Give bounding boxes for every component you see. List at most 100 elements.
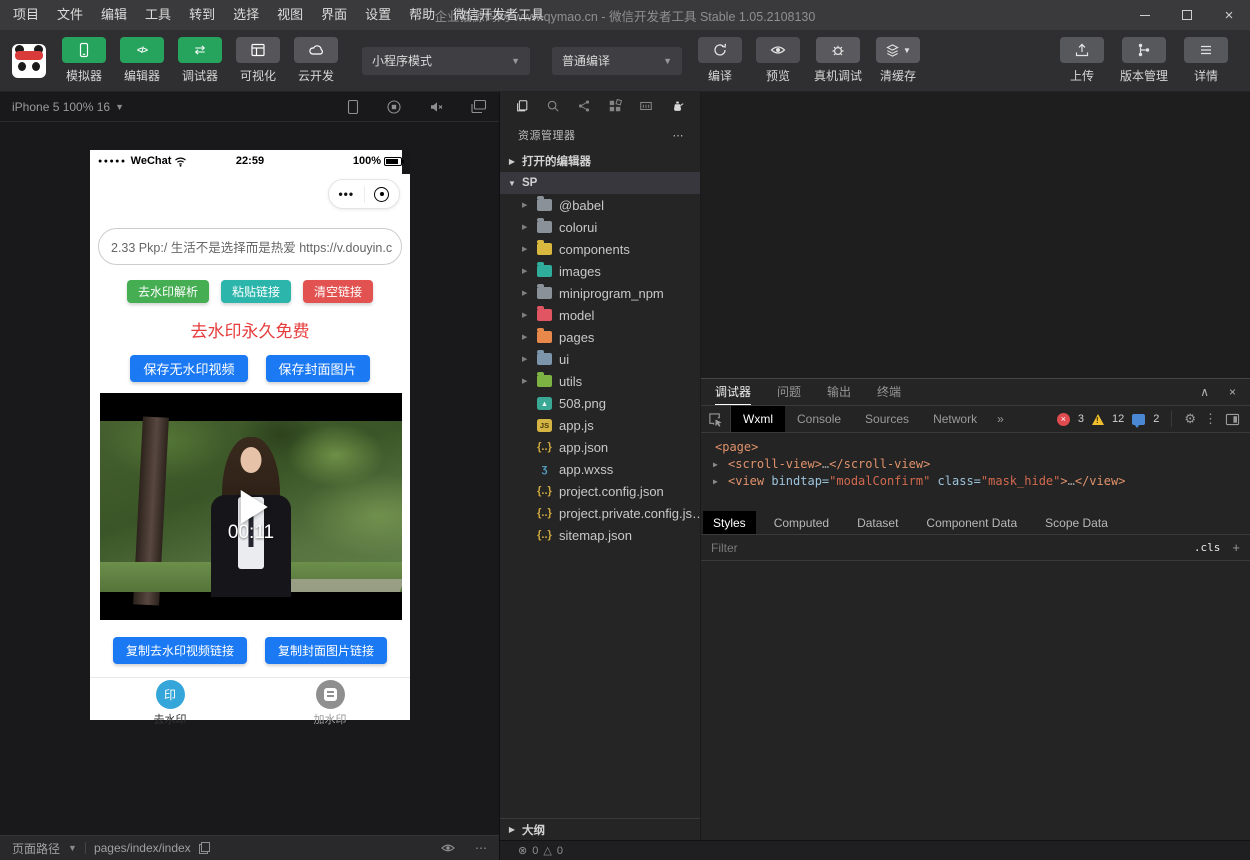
- visual-toggle[interactable]: 可视化: [234, 37, 282, 84]
- tree-item[interactable]: {..} project.private.config.js…: [500, 502, 700, 524]
- device-debug-button[interactable]: 真机调试: [814, 37, 862, 84]
- menu-item[interactable]: 视图: [268, 0, 312, 30]
- page-path-selector[interactable]: 页面路径: [12, 840, 60, 857]
- devtools-tab[interactable]: Console: [785, 406, 853, 432]
- close-button[interactable]: ×: [1208, 0, 1250, 30]
- debugger-toggle[interactable]: ⇄ 调试器: [176, 37, 224, 84]
- tree-item[interactable]: ▶ @babel: [500, 194, 700, 216]
- simulator-toggle[interactable]: 模拟器: [60, 37, 108, 84]
- search-icon[interactable]: [546, 99, 560, 113]
- clear-cache-button[interactable]: ▼ 清缓存: [876, 37, 920, 84]
- wxml-node[interactable]: <page>: [701, 439, 1250, 456]
- teapot-icon[interactable]: [670, 99, 685, 113]
- copy-video-link-button[interactable]: 复制去水印视频链接: [113, 637, 247, 664]
- menu-item[interactable]: 界面: [312, 0, 356, 30]
- explorer-more-icon[interactable]: ⋯: [673, 129, 685, 142]
- debugger-tab[interactable]: 输出: [827, 379, 851, 405]
- close-panel-icon[interactable]: ×: [1229, 385, 1236, 399]
- settings-gear-icon[interactable]: ⚙: [1184, 411, 1196, 427]
- tree-item[interactable]: {..} project.config.json: [500, 480, 700, 502]
- new-style-rule-button[interactable]: +: [1232, 540, 1240, 555]
- menu-item[interactable]: 编辑: [92, 0, 136, 30]
- menu-item[interactable]: 设置: [356, 0, 400, 30]
- tree-item[interactable]: {..} app.json: [500, 436, 700, 458]
- save-cover-button[interactable]: 保存封面图片: [266, 355, 370, 382]
- npm-icon[interactable]: [639, 99, 653, 113]
- preview-button[interactable]: 预览: [756, 37, 800, 84]
- menu-item[interactable]: 工具: [136, 0, 180, 30]
- editor-toggle[interactable]: </> 编辑器: [118, 37, 166, 84]
- cloud-toggle[interactable]: 云开发: [292, 37, 340, 84]
- filter-input[interactable]: [711, 541, 1194, 555]
- toggle-class-button[interactable]: .cls: [1194, 541, 1221, 554]
- compile-button[interactable]: 编译: [698, 37, 742, 84]
- menu-item[interactable]: 微信开发者工具: [444, 0, 553, 30]
- collapse-panel-icon[interactable]: ∧: [1200, 385, 1209, 399]
- dock-side-icon[interactable]: [1225, 413, 1240, 426]
- error-badge-icon[interactable]: ×: [1057, 413, 1070, 426]
- detach-window-icon[interactable]: [470, 99, 487, 114]
- styles-tab[interactable]: Computed: [764, 511, 839, 534]
- version-button[interactable]: 版本管理: [1120, 37, 1168, 84]
- play-icon[interactable]: [241, 490, 268, 524]
- copy-icon[interactable]: [199, 842, 210, 854]
- project-root-section[interactable]: ▼ SP: [500, 172, 700, 194]
- record-icon[interactable]: [386, 99, 402, 115]
- wxml-node[interactable]: ▶<scroll-view>…</scroll-view>: [701, 456, 1250, 473]
- mute-icon[interactable]: [428, 99, 444, 115]
- menu-item[interactable]: 项目: [4, 0, 48, 30]
- more-options-icon[interactable]: ⋯: [475, 841, 487, 855]
- exit-button[interactable]: [365, 187, 400, 202]
- device-selector[interactable]: iPhone 5 100% 16: [12, 100, 110, 114]
- tab-remove-watermark[interactable]: 印 去水印: [90, 678, 250, 729]
- devtools-tab[interactable]: Wxml: [731, 406, 785, 432]
- tree-item[interactable]: {..} sitemap.json: [500, 524, 700, 546]
- tree-item[interactable]: ▶ colorui: [500, 216, 700, 238]
- clear-link-button[interactable]: 清空链接: [303, 280, 373, 303]
- styles-tab[interactable]: Scope Data: [1035, 511, 1118, 534]
- tree-item[interactable]: ʒ app.wxss: [500, 458, 700, 480]
- styles-tab[interactable]: Component Data: [916, 511, 1027, 534]
- styles-tab[interactable]: Styles: [703, 511, 756, 534]
- minimize-button[interactable]: [1124, 0, 1166, 30]
- mode-select[interactable]: 小程序模式 ▼: [362, 47, 530, 75]
- parse-button[interactable]: 去水印解析: [127, 280, 209, 303]
- tree-item[interactable]: ▶ components: [500, 238, 700, 260]
- tree-item[interactable]: ▶ utils: [500, 370, 700, 392]
- maximize-button[interactable]: [1166, 0, 1208, 30]
- tree-item[interactable]: JS app.js: [500, 414, 700, 436]
- message-badge-icon[interactable]: [1132, 414, 1145, 425]
- source-control-icon[interactable]: [577, 99, 591, 113]
- device-frame-icon[interactable]: [346, 99, 360, 115]
- upload-button[interactable]: 上传: [1060, 37, 1104, 84]
- tree-item[interactable]: ▶ images: [500, 260, 700, 282]
- tree-item[interactable]: ▲ 508.png: [500, 392, 700, 414]
- kebab-menu-icon[interactable]: ⋮: [1204, 411, 1217, 427]
- paste-link-button[interactable]: 粘贴链接: [221, 280, 291, 303]
- copy-cover-link-button[interactable]: 复制封面图片链接: [265, 637, 387, 664]
- more-button[interactable]: •••: [329, 187, 364, 201]
- wxml-tree[interactable]: <page>▶<scroll-view>…</scroll-view>▶<vie…: [701, 433, 1250, 511]
- menu-item[interactable]: 选择: [224, 0, 268, 30]
- menu-item[interactable]: 文件: [48, 0, 92, 30]
- eye-icon[interactable]: [441, 842, 455, 854]
- tree-item[interactable]: ▶ model: [500, 304, 700, 326]
- details-button[interactable]: 详情: [1184, 37, 1228, 84]
- link-input[interactable]: 2.33 Pkp:/ 生活不是选择而是热爱 https://v.douyin.c: [98, 228, 402, 265]
- open-editors-section[interactable]: ▶ 打开的编辑器: [500, 150, 700, 172]
- avatar[interactable]: [12, 44, 46, 78]
- more-tabs-icon[interactable]: »: [989, 412, 1012, 426]
- inspect-element-icon[interactable]: [701, 406, 731, 432]
- tree-item[interactable]: ▶ ui: [500, 348, 700, 370]
- files-icon[interactable]: [515, 99, 529, 113]
- styles-tab[interactable]: Dataset: [847, 511, 908, 534]
- extensions-icon[interactable]: [608, 99, 622, 113]
- devtools-tab[interactable]: Sources: [853, 406, 921, 432]
- debugger-tab[interactable]: 终端: [877, 379, 901, 405]
- menu-item[interactable]: 转到: [180, 0, 224, 30]
- devtools-tab[interactable]: Network: [921, 406, 989, 432]
- debugger-tab[interactable]: 问题: [777, 379, 801, 405]
- warning-badge-icon[interactable]: !: [1092, 414, 1104, 425]
- expand-node-icon[interactable]: ▶: [713, 473, 718, 490]
- tree-item[interactable]: ▶ miniprogram_npm: [500, 282, 700, 304]
